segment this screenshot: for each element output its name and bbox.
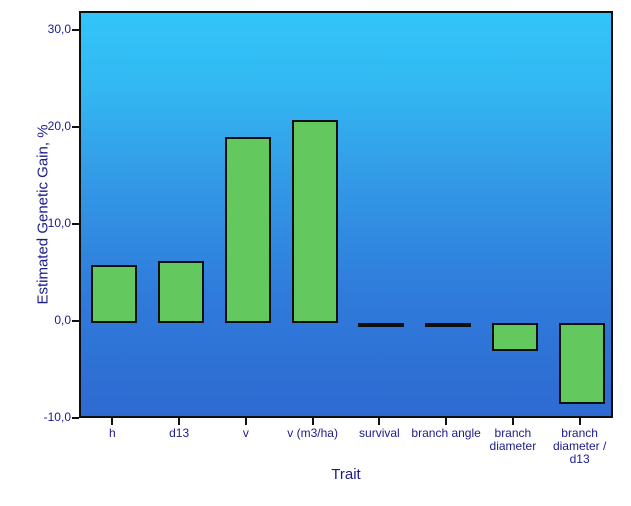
x-axis-tick-label: branch angle: [411, 426, 481, 440]
y-axis-tick-label: 0,0: [54, 313, 71, 328]
x-axis-tick: [111, 418, 114, 425]
plot-area: [79, 11, 613, 418]
bar: [558, 323, 605, 404]
x-axis-tick-label: branch diameter: [489, 426, 537, 453]
y-axis-tick-label: -10,0: [43, 410, 71, 424]
x-axis-tick: [244, 418, 247, 425]
bar: [158, 261, 205, 324]
bar: [224, 137, 271, 324]
x-axis-tick-label: branch diameter / d13: [552, 426, 607, 466]
x-axis-tick-label: h: [109, 426, 116, 440]
bar-chart: Estimated Genetic Gain, % 30,0 20,0 10,0 0,…: [0, 0, 631, 506]
x-axis-tick: [445, 418, 448, 425]
y-axis-tick-label: 10,0: [47, 216, 71, 231]
bar: [491, 323, 538, 352]
bar: [358, 322, 405, 327]
x-axis-tick-label: v (m3/ha): [287, 426, 338, 440]
y-axis-tick: [72, 126, 79, 129]
x-axis-tick-label: v: [242, 426, 249, 440]
bar: [425, 322, 472, 327]
x-axis-title: Trait: [331, 466, 361, 483]
y-axis-tick-label: 20,0: [47, 119, 71, 134]
x-axis-tick: [378, 418, 381, 425]
y-axis-tick: [72, 29, 79, 32]
x-axis-tick: [311, 418, 314, 425]
x-axis-tick: [578, 418, 581, 425]
x-axis-tick: [511, 418, 514, 425]
bar: [291, 119, 338, 324]
x-axis-tick-label: d13: [169, 426, 190, 440]
y-axis-tick: [72, 320, 79, 323]
y-axis-tick-label: 30,0: [47, 22, 71, 37]
bar: [91, 264, 138, 324]
x-axis-tick: [178, 418, 181, 425]
x-axis-tick-label: survival: [359, 426, 400, 440]
y-axis-tick: [72, 223, 79, 226]
y-axis-tick: [72, 417, 79, 419]
